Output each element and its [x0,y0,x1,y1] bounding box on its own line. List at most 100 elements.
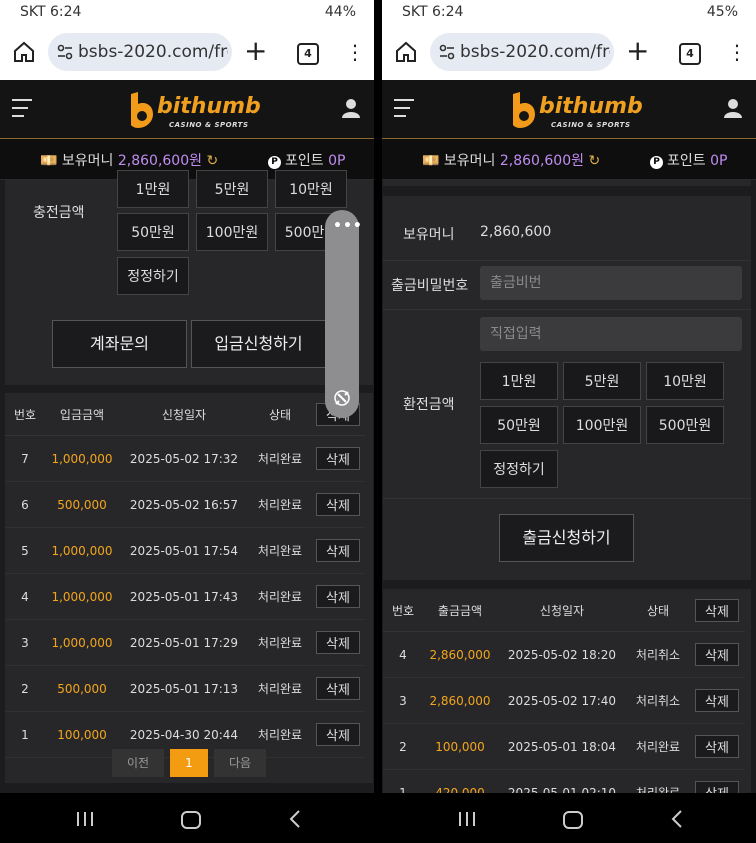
withdraw-password-input[interactable]: 출금비번 [480,266,742,300]
site-logo[interactable]: bithumb CASINO & SPORTS [125,88,261,134]
delete-row-button[interactable]: 삭제 [695,643,739,666]
amount-direct-input[interactable]: 직접입력 [480,317,742,351]
floating-window-handle[interactable]: ••• [325,210,362,418]
home-nav-icon[interactable] [181,811,201,829]
amount-1man-button[interactable]: 1만원 [117,170,189,208]
money-stack-icon: 💴 [422,153,440,169]
row-number: 7 [5,435,45,482]
home-nav-icon[interactable] [563,811,583,829]
amount-10man-button[interactable]: 10만원 [646,362,724,400]
delete-row-button[interactable]: 삭제 [316,631,360,654]
amount-500man-button[interactable]: 500만원 [646,406,724,444]
next-page-button[interactable]: 다음 [214,749,266,777]
delete-row-button[interactable]: 삭제 [695,689,739,712]
site-settings-icon[interactable] [438,43,456,61]
point-icon: P [268,156,281,169]
delete-row-button[interactable]: 삭제 [316,493,360,516]
logo-subtext: CASINO & SPORTS [169,121,249,129]
row-status: 처리취소 [627,631,689,678]
address-bar[interactable]: bsbs-2020.com/fror [430,33,614,71]
prev-page-button[interactable]: 이전 [112,749,164,777]
row-amount: 500,000 [45,481,119,528]
user-icon[interactable] [724,98,742,118]
row-status: 처리완료 [249,527,311,574]
delete-row-button[interactable]: 삭제 [695,735,739,758]
col-amount: 입금금액 [45,393,119,436]
row-delete-cell: 삭제 [311,711,365,758]
row-amount: 100,000 [45,711,119,758]
row-date: 2025-05-02 18:20 [497,631,627,678]
amount-5man-button[interactable]: 5만원 [563,362,641,400]
recent-apps-icon[interactable] [76,812,94,826]
user-icon[interactable] [342,98,360,118]
delete-row-button[interactable]: 삭제 [316,539,360,562]
home-icon[interactable] [12,40,36,64]
android-nav-bar [382,793,756,843]
row-date: 2025-05-01 17:29 [119,619,249,666]
status-battery: 45% [706,4,738,20]
logo-subtext: CASINO & SPORTS [551,121,631,129]
site-header: bithumb CASINO & SPORTS [382,80,756,139]
status-battery: 44% [324,4,356,20]
amount-5man-button[interactable]: 5만원 [196,170,268,208]
row-amount: 1,000,000 [45,619,119,666]
amount-50man-button[interactable]: 50만원 [117,213,189,251]
point-icon: P [650,156,663,169]
withdraw-history-table: 번호 출금금액 신청일자 상태 삭제 4 2,860,000 2025-05-02 … [383,589,745,816]
balance-value: 2,860,600 [480,224,552,240]
new-tab-icon[interactable]: + [244,35,267,67]
account-inquiry-button[interactable]: 계좌문의 [52,320,187,368]
delete-row-button[interactable]: 삭제 [316,585,360,608]
bithumb-logo-mark-icon [513,92,535,128]
recent-apps-icon[interactable] [458,812,476,826]
amount-50man-button[interactable]: 50만원 [480,406,558,444]
money-display: 💴 보유머니 2,860,600원 ↻ [40,150,218,170]
row-date: 2025-05-02 17:32 [119,435,249,482]
withdraw-request-button[interactable]: 출금신청하기 [499,514,634,562]
more-menu-icon[interactable]: ⋮ [727,40,747,64]
table-header-row: 번호 출금금액 신청일자 상태 삭제 [383,589,745,632]
row-amount: 2,860,000 [423,677,497,724]
withdraw-panel: 보유머니 2,860,600 출금비밀번호 출금비번 환전금액 직접입력 1만원… [383,196,751,580]
refresh-icon[interactable]: ↻ [206,153,218,169]
row-date: 2025-05-02 16:57 [119,481,249,528]
row-date: 2025-05-01 18:04 [497,723,627,770]
android-nav-bar [0,793,374,843]
page-1-button[interactable]: 1 [170,749,208,777]
browser-toolbar: bsbs-2020.com/fror + 4 ⋮ [382,26,756,80]
hamburger-menu-icon[interactable] [12,99,32,123]
more-dots-icon[interactable]: ••• [333,218,363,234]
amount-100man-button[interactable]: 100만원 [563,406,641,444]
points-display: P 포인트 0P [650,150,727,170]
new-tab-icon[interactable]: + [626,35,649,67]
row-date: 2025-05-01 17:13 [119,665,249,712]
deposit-history-table: 번호 입금금액 신청일자 상태 삭제 71,000,0002025-05-02 … [5,393,365,758]
tab-count-button[interactable]: 4 [679,43,701,65]
address-bar[interactable]: bsbs-2020.com/fror [48,33,232,71]
back-icon[interactable] [288,810,304,828]
reset-amount-button[interactable]: 정정하기 [117,257,189,295]
deposit-history-panel: 번호 입금금액 신청일자 상태 삭제 71,000,0002025-05-02 … [5,393,373,783]
tab-count-button[interactable]: 4 [297,43,319,65]
unlink-icon[interactable] [332,388,352,408]
hamburger-menu-icon[interactable] [394,99,414,123]
delete-all-button[interactable]: 삭제 [695,598,739,622]
point-value: 0P [328,153,346,169]
home-icon[interactable] [394,40,418,64]
delete-row-button[interactable]: 삭제 [316,677,360,700]
more-menu-icon[interactable]: ⋮ [345,40,365,64]
back-icon[interactable] [670,810,686,828]
charge-amount-label: 충전금액 [33,205,85,221]
reset-amount-button[interactable]: 정정하기 [480,450,558,488]
site-logo[interactable]: bithumb CASINO & SPORTS [507,88,643,134]
deposit-request-button[interactable]: 입금신청하기 [191,320,326,368]
amount-10man-button[interactable]: 10만원 [275,170,347,208]
site-settings-icon[interactable] [56,43,74,61]
delete-row-button[interactable]: 삭제 [316,723,360,746]
amount-100man-button[interactable]: 100만원 [196,213,268,251]
row-divider [383,498,751,499]
delete-row-button[interactable]: 삭제 [316,447,360,470]
refresh-icon[interactable]: ↻ [588,153,600,169]
amount-1man-button[interactable]: 1만원 [480,362,558,400]
status-time: SKT 6:24 [20,4,82,20]
